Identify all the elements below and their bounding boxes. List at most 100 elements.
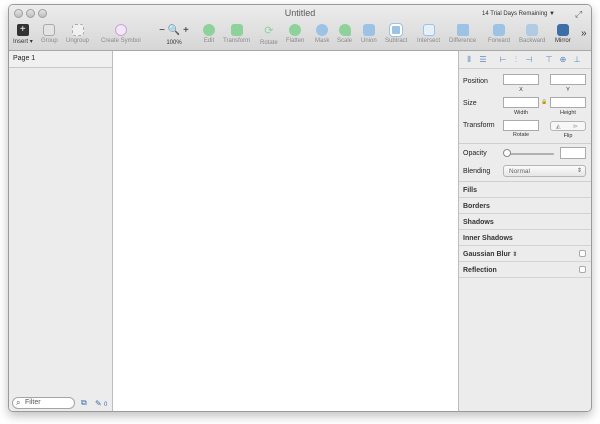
flatten-button[interactable]: Flatten bbox=[286, 21, 304, 44]
distribute-horizontal-icon[interactable]: ⫴ bbox=[465, 56, 473, 64]
insert-button[interactable]: + Insert ▾ bbox=[13, 24, 33, 45]
opacity-field[interactable] bbox=[560, 147, 586, 159]
rotate-button[interactable]: ⟳ Rotate bbox=[260, 24, 278, 46]
reflection-checkbox[interactable] bbox=[579, 266, 586, 273]
zoom-level: 100% bbox=[166, 40, 182, 46]
flip-vertical-icon[interactable]: ⊳ bbox=[573, 123, 578, 130]
flip-buttons: ◭ ⊳ bbox=[550, 121, 586, 131]
rotate-label: Rotate bbox=[512, 132, 530, 138]
union-label: Union bbox=[361, 38, 377, 44]
position-x-field[interactable] bbox=[503, 74, 539, 85]
difference-button[interactable]: Difference bbox=[449, 24, 476, 44]
transform-label: Transform bbox=[463, 122, 495, 129]
y-label: Y bbox=[566, 87, 570, 93]
forward-icon bbox=[493, 24, 505, 36]
subtract-icon bbox=[389, 23, 404, 37]
create-symbol-button[interactable]: Create Symbol bbox=[101, 24, 141, 44]
position-y-field[interactable] bbox=[550, 74, 586, 85]
align-bottom-icon[interactable]: ⊥ bbox=[573, 56, 581, 64]
opacity-slider[interactable] bbox=[506, 153, 554, 155]
app-window: Untitled 14 Trial Days Remaining ▼ ⤢ + I… bbox=[8, 4, 592, 412]
ungroup-button[interactable]: Ungroup bbox=[66, 24, 89, 44]
union-button[interactable]: Union bbox=[361, 24, 377, 44]
scale-label: Scale bbox=[337, 38, 353, 44]
rotate-field[interactable] bbox=[503, 120, 539, 131]
shadows-section[interactable]: Shadows bbox=[459, 214, 591, 230]
updown-icon[interactable]: ⇕ bbox=[512, 252, 517, 258]
fullscreen-icon[interactable]: ⤢ bbox=[575, 9, 585, 19]
insert-label: Insert bbox=[13, 39, 29, 45]
brush-icon[interactable]: ✎ bbox=[95, 399, 102, 408]
borders-section[interactable]: Borders bbox=[459, 198, 591, 214]
forward-label: Forward bbox=[488, 38, 511, 44]
align-right-icon[interactable]: ⊣ bbox=[525, 56, 533, 64]
transform-button[interactable]: Transform bbox=[223, 24, 250, 44]
ungroup-icon bbox=[71, 24, 84, 36]
borders-label: Borders bbox=[463, 203, 490, 210]
zoom-out-button[interactable]: − bbox=[159, 25, 165, 36]
shadows-label: Shadows bbox=[463, 219, 494, 226]
edit-button[interactable]: Edit bbox=[203, 24, 215, 44]
group-label: Group bbox=[41, 38, 58, 44]
intersect-label: Intersect bbox=[417, 38, 441, 44]
toolbar: Untitled 14 Trial Days Remaining ▼ ⤢ + I… bbox=[9, 5, 591, 51]
scale-button[interactable]: Scale bbox=[337, 24, 352, 44]
flip-horizontal-icon[interactable]: ◭ bbox=[556, 123, 561, 130]
symbol-icon bbox=[114, 24, 127, 36]
filter-placeholder: Filter bbox=[25, 399, 41, 406]
blending-select[interactable]: Normal ⇕ bbox=[503, 165, 586, 177]
create-symbol-label: Create Symbol bbox=[101, 38, 141, 44]
trial-badge[interactable]: 14 Trial Days Remaining ▼ bbox=[482, 11, 555, 17]
union-icon bbox=[362, 24, 375, 36]
intersect-button[interactable]: Intersect bbox=[417, 24, 440, 44]
blending-label: Blending bbox=[463, 168, 491, 175]
mask-button[interactable]: Mask bbox=[315, 24, 329, 44]
reflection-section[interactable]: Reflection bbox=[459, 262, 591, 278]
align-toolbar: ⫴ ☰ ⊢ ⫶ ⊣ ⊤ ⊕ ⊥ bbox=[459, 51, 591, 69]
plus-icon: + bbox=[16, 24, 29, 36]
width-field[interactable] bbox=[503, 97, 539, 108]
subtract-button[interactable]: Subtract bbox=[385, 23, 408, 44]
subtract-label: Subtract bbox=[385, 38, 408, 44]
more-tools-icon[interactable]: » bbox=[581, 28, 587, 39]
mask-label: Mask bbox=[315, 38, 330, 44]
gaussian-blur-section[interactable]: Gaussian Blur ⇕ bbox=[459, 246, 591, 262]
align-middle-icon[interactable]: ⊕ bbox=[559, 56, 567, 64]
blending-value: Normal bbox=[509, 168, 530, 175]
layer-count: 0 bbox=[104, 402, 108, 408]
height-field[interactable] bbox=[550, 97, 586, 108]
opacity-slider-knob[interactable] bbox=[503, 149, 511, 157]
magnifier-icon: 🔍 bbox=[167, 25, 181, 36]
add-page-icon[interactable]: ⧉ bbox=[81, 398, 87, 408]
difference-icon bbox=[456, 24, 469, 36]
fills-section[interactable]: Fills bbox=[459, 182, 591, 198]
group-icon bbox=[43, 24, 56, 36]
search-icon: ⌕ bbox=[16, 398, 21, 407]
updown-icon: ⇕ bbox=[576, 168, 582, 174]
backward-label: Backward bbox=[519, 38, 546, 44]
inner-shadows-label: Inner Shadows bbox=[463, 235, 513, 242]
align-left-icon[interactable]: ⊢ bbox=[499, 56, 507, 64]
chevron-down-icon: ▼ bbox=[549, 11, 555, 17]
flip-label: Flip bbox=[563, 133, 573, 139]
scale-icon bbox=[338, 24, 351, 36]
gaussian-blur-checkbox[interactable] bbox=[579, 250, 586, 257]
lock-icon[interactable]: 🔒 bbox=[541, 99, 547, 105]
height-label: Height bbox=[560, 110, 576, 116]
align-top-icon[interactable]: ⊤ bbox=[545, 56, 553, 64]
canvas[interactable] bbox=[113, 51, 458, 411]
align-center-icon[interactable]: ⫶ bbox=[512, 56, 520, 64]
backward-button[interactable]: Backward bbox=[519, 24, 545, 44]
edit-icon bbox=[203, 24, 215, 36]
filter-input[interactable]: ⌕ Filter bbox=[12, 397, 75, 409]
forward-button[interactable]: Forward bbox=[488, 24, 510, 44]
group-button[interactable]: Group bbox=[41, 24, 58, 44]
zoom-in-button[interactable]: + bbox=[183, 25, 189, 36]
mirror-button[interactable]: Mirror bbox=[555, 24, 571, 44]
distribute-vertical-icon[interactable]: ☰ bbox=[479, 56, 487, 64]
mirror-label: Mirror bbox=[555, 38, 571, 44]
transform-label: Transform bbox=[223, 38, 251, 44]
inner-shadows-section[interactable]: Inner Shadows bbox=[459, 230, 591, 246]
page-item[interactable]: Page 1 bbox=[9, 51, 112, 68]
zoom-control: − 🔍 + 100% bbox=[157, 24, 191, 46]
